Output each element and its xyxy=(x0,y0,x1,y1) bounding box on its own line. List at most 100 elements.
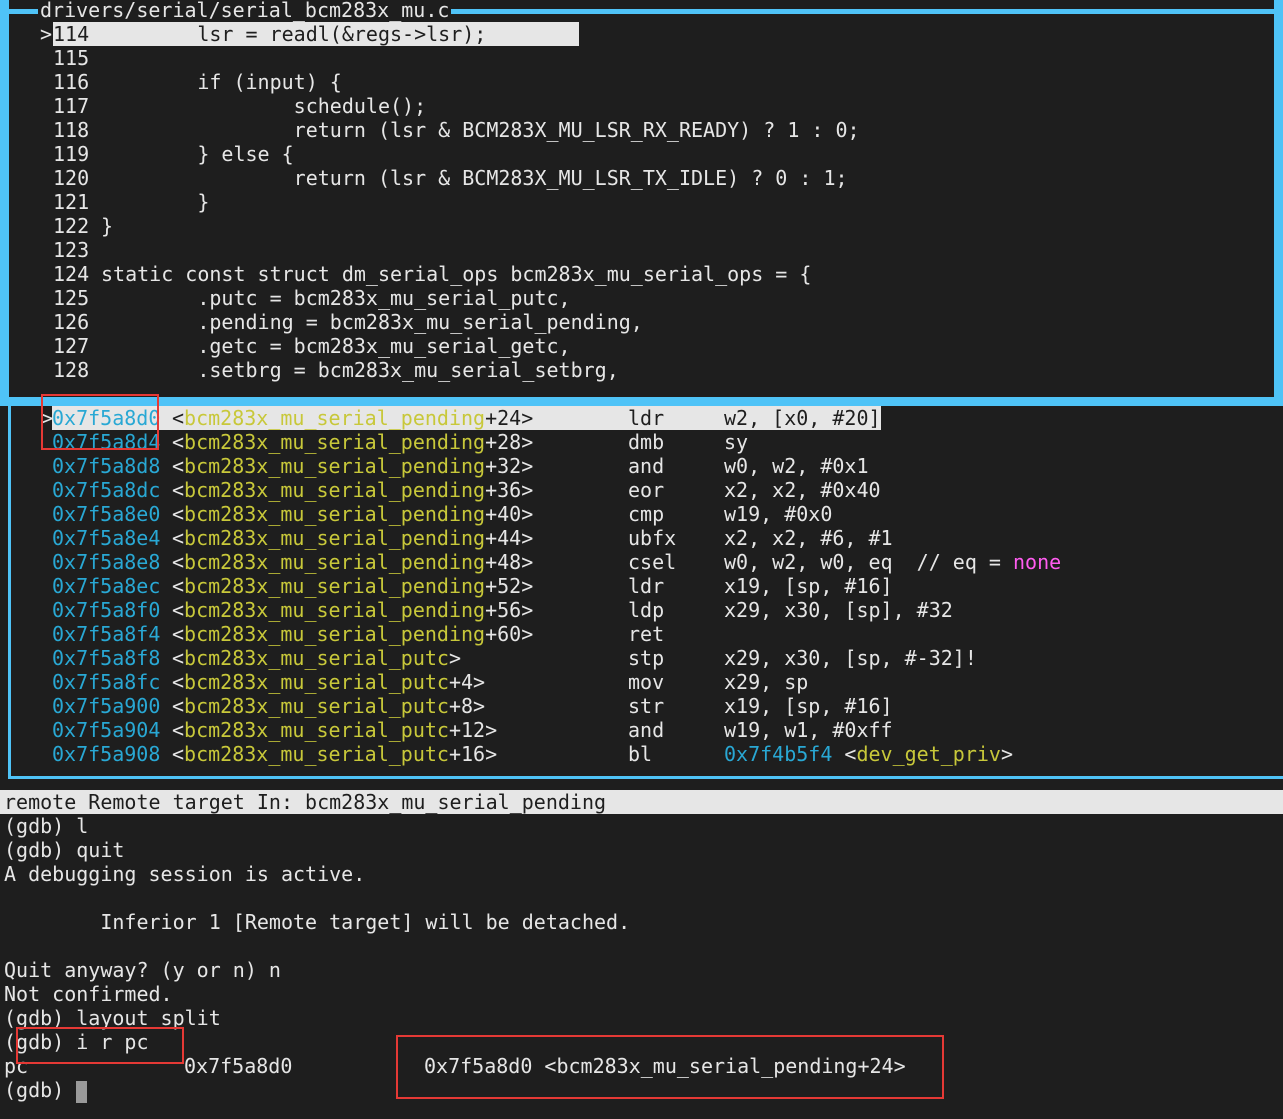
asm-row[interactable]: 0x7f5a8f4 <bcm283x_mu_serial_pending+60> r… xyxy=(0,622,1283,646)
asm-offset: +44> xyxy=(485,526,534,550)
asm-symbol: <bcm283x_mu_serial_pending+32> xyxy=(172,454,534,478)
source-line: 124 static const struct dm_serial_ops bcm… xyxy=(0,262,1283,286)
operand-text: w19, w1, #0xff xyxy=(724,718,893,742)
asm-symbol: <bcm283x_mu_serial_pending+44> xyxy=(172,526,534,550)
asm-symbol: <bcm283x_mu_serial_pending+40> xyxy=(172,502,534,526)
asm-mnemonic: and xyxy=(628,454,665,478)
asm-row[interactable]: 0x7f5a8ec <bcm283x_mu_serial_pending+52> l… xyxy=(0,574,1283,598)
asm-operands: x19, [sp, #16] xyxy=(724,574,893,598)
asm-row[interactable]: 0x7f5a904 <bcm283x_mu_serial_putc+12> and w… xyxy=(0,718,1283,742)
asm-row[interactable]: 0x7f5a8dc <bcm283x_mu_serial_pending+36> e… xyxy=(0,478,1283,502)
line-number: 122 xyxy=(53,214,90,238)
asm-offset: +40> xyxy=(485,502,534,526)
operand-text: x29, x30, [sp], #32 xyxy=(724,598,953,622)
operand-text: x2, x2, #6, #1 xyxy=(724,526,893,550)
source-code: lsr = readl(&regs->lsr); xyxy=(101,22,487,46)
asm-operands: w19, w1, #0xff xyxy=(724,718,893,742)
asm-address: 0x7f5a900 xyxy=(52,694,161,718)
asm-row[interactable]: 0x7f5a8e8 <bcm283x_mu_serial_pending+48> c… xyxy=(0,550,1283,574)
console-line: (gdb) quit xyxy=(4,838,125,862)
asm-row[interactable]: 0x7f5a8fc <bcm283x_mu_serial_putc+4> mov x2… xyxy=(0,670,1283,694)
asm-mnemonic: cmp xyxy=(628,502,665,526)
asm-row[interactable]: 0x7f5a8e0 <bcm283x_mu_serial_pending+40> c… xyxy=(0,502,1283,526)
line-number: 124 xyxy=(53,262,90,286)
asm-address: 0x7f5a904 xyxy=(52,718,161,742)
asm-offset: +8> xyxy=(448,694,486,718)
asm-mnemonic: str xyxy=(628,694,665,718)
source-line: 119 } else { xyxy=(0,142,1283,166)
asm-row[interactable]: 0x7f5a900 <bcm283x_mu_serial_putc+8> str x1… xyxy=(0,694,1283,718)
asm-function-name: bcm283x_mu_serial_pending xyxy=(184,478,486,502)
status-bar: remote Remote target In: bcm283x_mu_seri… xyxy=(0,790,1283,814)
source-line: 118 return (lsr & BCM283X_MU_LSR_RX_READ… xyxy=(0,118,1283,142)
line-number: 121 xyxy=(53,190,90,214)
console-line: A debugging session is active. xyxy=(4,862,366,886)
asm-address: 0x7f5a8d8 xyxy=(52,454,161,478)
asm-symbol: <bcm283x_mu_serial_putc+12> xyxy=(172,718,498,742)
asm-row[interactable]: 0x7f5a908 <bcm283x_mu_serial_putc+16> bl 0x… xyxy=(0,742,1283,766)
status-text: remote Remote target In: bcm283x_mu_seri… xyxy=(4,790,607,814)
operand-text: x19, [sp, #16] xyxy=(724,694,893,718)
asm-operands: x2, x2, #0x40 xyxy=(724,478,881,502)
asm-function-name: bcm283x_mu_serial_pending xyxy=(184,598,486,622)
call-target-symbol: dev_get_priv xyxy=(856,742,1001,766)
asm-function-name: bcm283x_mu_serial_putc xyxy=(184,718,449,742)
operand-text: w0, w2, w0, eq // eq = xyxy=(724,550,1013,574)
asm-address: 0x7f5a908 xyxy=(52,742,161,766)
asm-row[interactable]: 0x7f5a8f8 <bcm283x_mu_serial_putc> stp x29,… xyxy=(0,646,1283,670)
line-number: 123 xyxy=(53,238,90,262)
asm-symbol: <bcm283x_mu_serial_putc+16> xyxy=(172,742,498,766)
source-file-title: drivers/serial/serial_bcm283x_mu.c xyxy=(38,0,452,23)
source-code: if (input) { xyxy=(101,70,342,94)
line-number: 119 xyxy=(53,142,90,166)
asm-offset: +12> xyxy=(448,718,498,742)
console-line: Not confirmed. xyxy=(4,982,173,1006)
source-code: .setbrg = bcm283x_mu_serial_setbrg, xyxy=(101,358,619,382)
source-line: 120 return (lsr & BCM283X_MU_LSR_TX_IDLE… xyxy=(0,166,1283,190)
operand-text: x29, x30, [sp, #-32]! xyxy=(724,646,977,670)
asm-row[interactable]: 0x7f5a8f0 <bcm283x_mu_serial_pending+56> l… xyxy=(0,598,1283,622)
line-number: 126 xyxy=(53,310,90,334)
asm-row[interactable]: 0x7f5a8d4 <bcm283x_mu_serial_pending+28> d… xyxy=(0,430,1283,454)
gdb-prompt-line[interactable]: (gdb) xyxy=(4,1078,88,1103)
text-cursor xyxy=(76,1080,88,1103)
console-line: (gdb) l xyxy=(4,814,89,838)
asm-operands: x29, sp xyxy=(724,670,808,694)
asm-row[interactable]: >0x7f5a8d0 <bcm283x_mu_serial_pending+24>… xyxy=(0,406,1283,430)
asm-function-name: bcm283x_mu_serial_putc xyxy=(184,670,449,694)
operand-keyword: none xyxy=(1012,550,1062,574)
asm-address: 0x7f5a8ec xyxy=(52,574,161,598)
source-line: 125 .putc = bcm283x_mu_serial_putc, xyxy=(0,286,1283,310)
asm-mnemonic: ubfx xyxy=(628,526,677,550)
asm-address: 0x7f5a8e0 xyxy=(52,502,161,526)
asm-symbol: <bcm283x_mu_serial_pending+48> xyxy=(172,550,534,574)
source-line: 128 .setbrg = bcm283x_mu_serial_setbrg, xyxy=(0,358,1283,382)
asm-symbol: <bcm283x_mu_serial_pending+24> xyxy=(172,406,534,430)
asm-function-name: bcm283x_mu_serial_pending xyxy=(184,622,486,646)
asm-mnemonic: ret xyxy=(628,622,665,646)
source-line: >114 lsr = readl(&regs->lsr); xyxy=(0,22,1283,46)
console-line: Inferior 1 [Remote target] will be detac… xyxy=(4,910,631,934)
annotation-box-info-register-command xyxy=(16,1027,184,1064)
source-lines: >114 lsr = readl(&regs->lsr); 115 116 if (… xyxy=(0,22,1283,382)
asm-offset: +32> xyxy=(485,454,534,478)
asm-function-name: bcm283x_mu_serial_putc xyxy=(184,694,449,718)
asm-row[interactable]: 0x7f5a8d8 <bcm283x_mu_serial_pending+32> a… xyxy=(0,454,1283,478)
asm-operands: w2, [x0, #20] xyxy=(724,406,881,430)
asm-function-name: bcm283x_mu_serial_putc xyxy=(184,742,449,766)
asm-row[interactable]: 0x7f5a8e4 <bcm283x_mu_serial_pending+44> u… xyxy=(0,526,1283,550)
asm-address: 0x7f5a8f0 xyxy=(52,598,161,622)
asm-offset: +48> xyxy=(485,550,534,574)
asm-function-name: bcm283x_mu_serial_pending xyxy=(184,574,486,598)
source-line: 121 } xyxy=(0,190,1283,214)
source-line: 115 xyxy=(0,46,1283,70)
line-number: 128 xyxy=(53,358,90,382)
asm-function-name: bcm283x_mu_serial_pending xyxy=(184,526,486,550)
asm-mnemonic: ldp xyxy=(628,598,665,622)
asm-offset: +52> xyxy=(485,574,534,598)
disassembly-lines: >0x7f5a8d0 <bcm283x_mu_serial_pending+24>… xyxy=(0,406,1283,766)
operand-text: sy xyxy=(724,430,749,454)
source-code: } else { xyxy=(101,142,294,166)
source-code: } xyxy=(101,190,210,214)
line-number: 125 xyxy=(53,286,90,310)
